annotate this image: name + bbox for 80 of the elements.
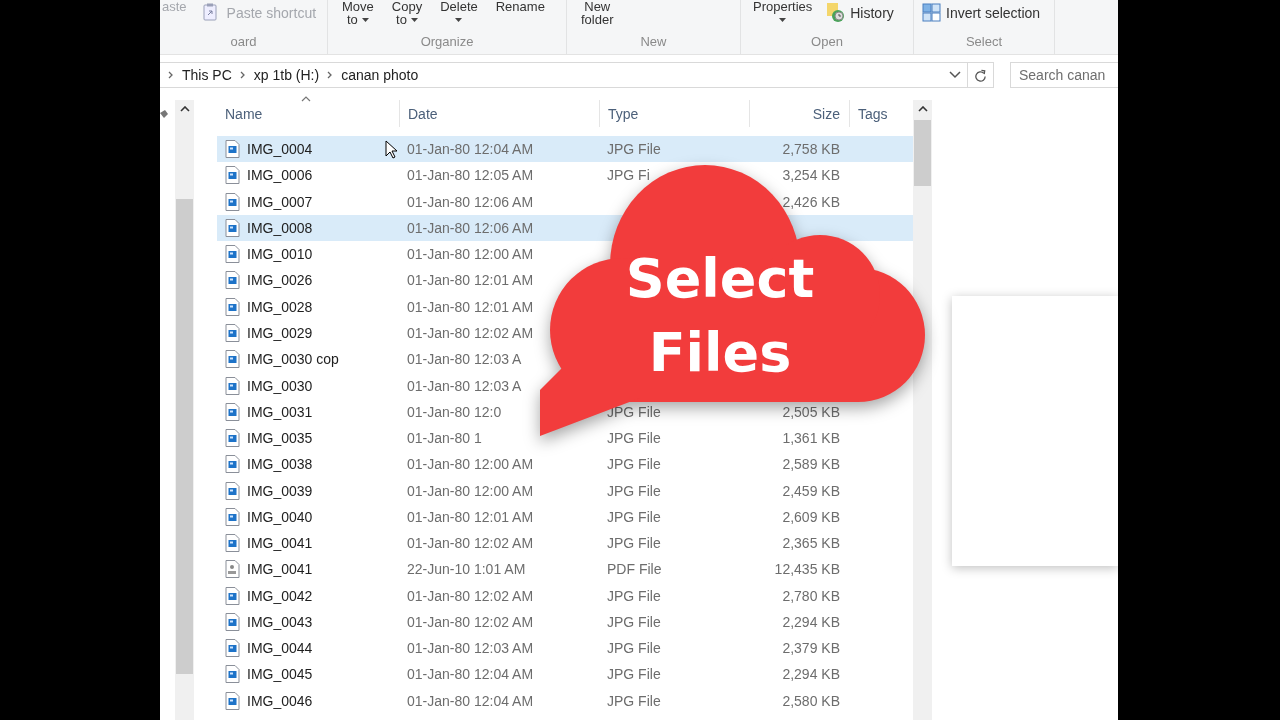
file-name: IMG_0028 [247,298,313,315]
file-date: 01-Jan-80 12:04 AM [407,141,534,158]
file-size: 2,780 KB [782,587,840,604]
group-label: Open [810,34,844,49]
file-name: IMG_0010 [247,246,313,263]
file-name: IMG_0030 [247,377,313,394]
file-date: 01-Jan-80 12:02 AM [407,587,534,604]
file-size: 2,459 KB [782,482,840,499]
file-size: 2,379 KB [782,640,840,657]
file-date: 01-Jan-80 12:00 AM [407,246,534,263]
file-size: 2,294 KB [782,613,840,630]
file-name: IMG_0046 [247,692,313,709]
file-date: 01-Jan-80 12:03 AM [407,640,534,657]
file-type: JPG Fi [607,167,650,184]
file-size: 2,758 KB [782,141,840,158]
file-size: 2,294 KB [782,666,840,683]
file-name: IMG_0041 [247,561,313,578]
file-type: JPG File [607,613,661,630]
file-date: 01-Jan-80 12:02 AM [407,535,534,552]
file-name: IMG_0026 [247,272,313,289]
file-type: JPG File [607,403,661,420]
file-name: IMG_0040 [247,508,313,525]
file-type: JPG File [607,587,661,604]
file-date: 01-Jan-80 12:03 A [407,377,522,394]
file-size: 2,580 KB [782,692,840,709]
file-size: 2,609 KB [782,508,840,525]
file-name: IMG_0035 [247,430,313,447]
file-type: JPG File [607,456,661,473]
file-size: 3,254 KB [782,167,840,184]
group-label: Organize [419,34,475,49]
file-name: IMG_0044 [247,640,313,657]
file-date: 01-Jan-80 12:04 AM [407,692,534,709]
file-name: IMG_0007 [247,193,313,210]
group-label: New [639,34,668,49]
file-size: 2,426 KB [782,193,840,210]
file-date: 01-Jan-80 12:06 AM [407,193,534,210]
callout-text: Files [648,320,792,386]
file-type: JPG File [607,508,661,525]
file-name: IMG_0004 [247,141,313,158]
file-size: 2,365 KB [782,535,840,552]
file-date: 01-Jan-80 12:05 AM [407,167,534,184]
file-type: PDF File [607,561,662,578]
file-date: 22-Jun-10 1:01 AM [407,561,526,578]
file-date: 01-Jan-80 12:00 AM [407,482,534,499]
file-size: 1,361 KB [782,430,840,447]
file-name: IMG_0045 [247,666,313,683]
group-label: Select [964,34,1004,49]
callout-text: Select [625,246,815,312]
file-size: 2,589 KB [782,456,840,473]
file-date: 01-Jan-80 12:0 [407,403,502,420]
file-name: IMG_0041 [247,535,313,552]
file-type: JPG File [607,666,661,683]
file-type: JPG File [607,640,661,657]
file-date: 01-Jan-80 12:01 AM [407,272,534,289]
file-name: IMG_0030 cop [247,351,339,368]
file-type: JPG File [607,141,661,158]
file-name: IMG_0006 [247,167,313,184]
file-name: IMG_0042 [247,587,313,604]
file-date: 01-Jan-80 12:02 AM [407,613,534,630]
file-type: JPG File [607,430,661,447]
file-date: 01-Jan-80 1 [407,430,482,447]
file-type: JPG File [607,482,661,499]
file-name: IMG_0038 [247,456,313,473]
file-type: JPG File [607,692,661,709]
file-name: IMG_0031 [247,403,313,420]
file-name: IMG_0039 [247,482,313,499]
file-date: 01-Jan-80 12:04 AM [407,666,534,683]
file-date: 01-Jan-80 12:01 AM [407,298,534,315]
file-date: 01-Jan-80 12:02 AM [407,325,534,341]
file-name: IMG_0008 [247,219,313,236]
file-size: 12,435 KB [774,561,840,578]
file-size: 2,505 KB [782,403,840,420]
file-name: IMG_0029 [247,325,313,341]
file-date: 01-Jan-80 12:01 AM [407,508,534,525]
file-date: 01-Jan-80 12:00 AM [407,456,534,473]
file-date: 01-Jan-80 12:03 A [407,351,522,368]
file-type: JPG File [607,535,661,552]
file-date: 01-Jan-80 12:06 AM [407,219,534,236]
file-name: IMG_0043 [247,613,313,630]
group-label: oard [229,34,258,49]
